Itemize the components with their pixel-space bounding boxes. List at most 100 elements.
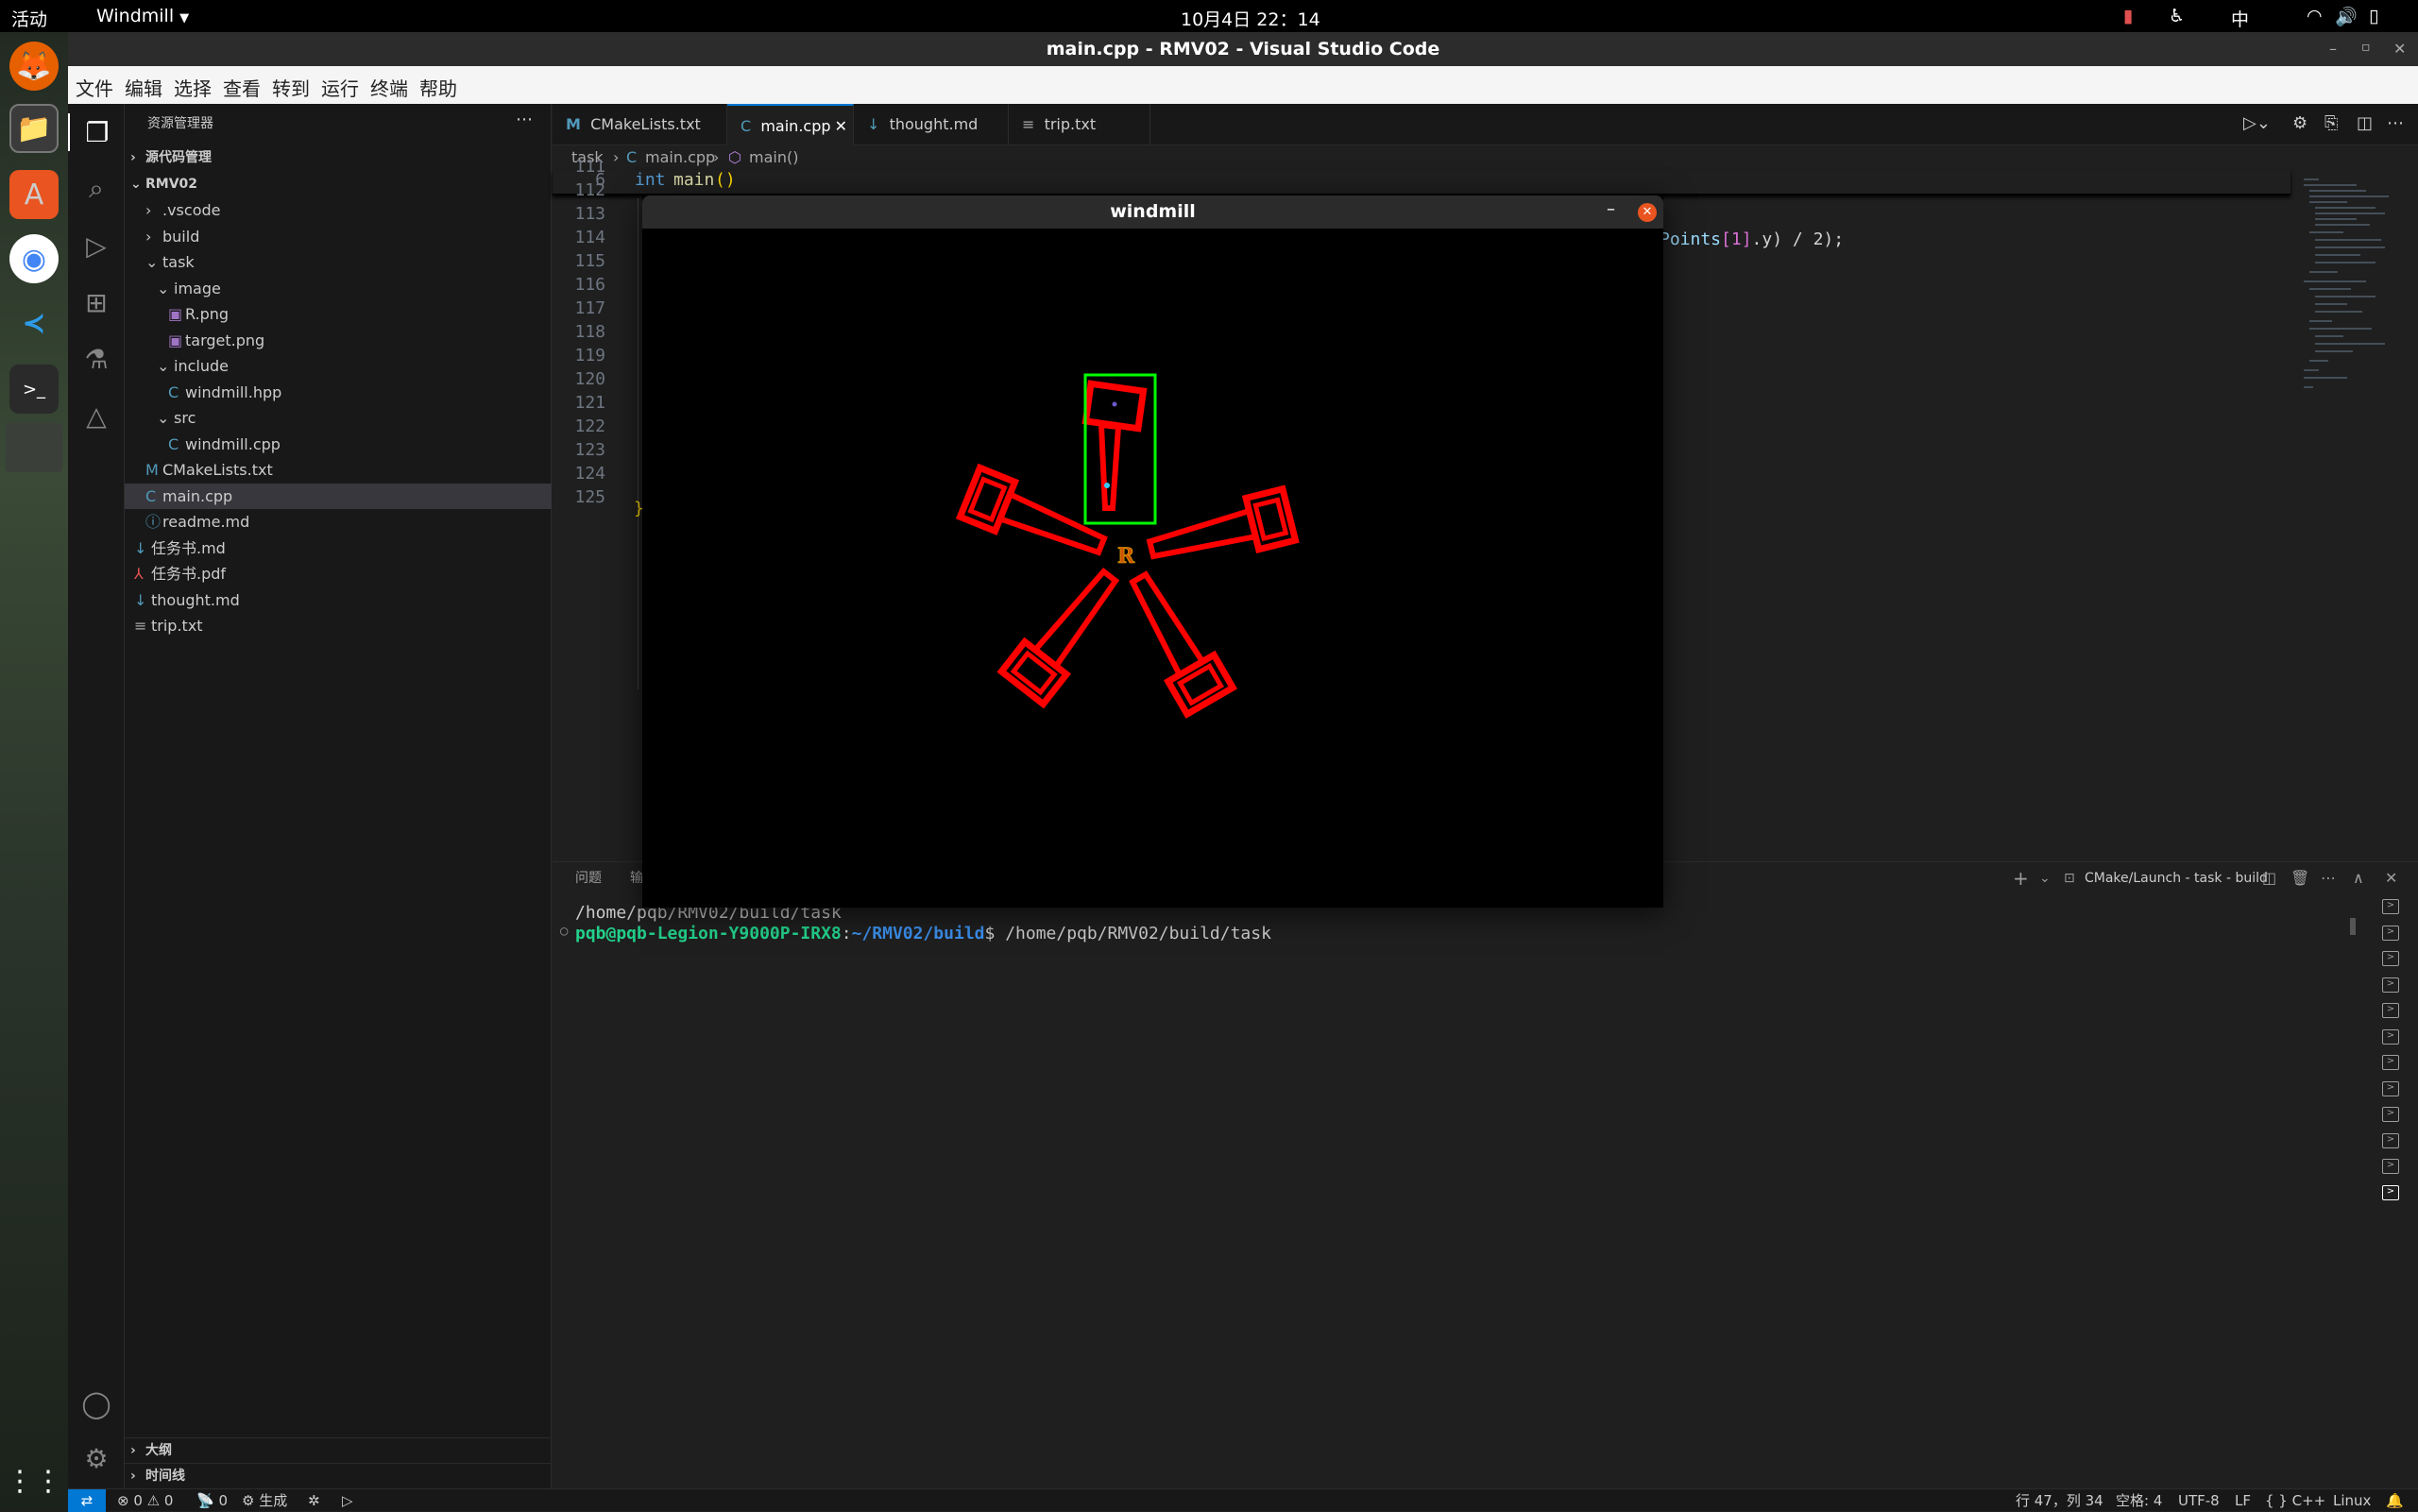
- maximize-panel-icon[interactable]: ∧: [2353, 862, 2364, 894]
- explorer-item[interactable]: Cmain.cpp: [125, 483, 552, 509]
- explorer-item[interactable]: ⓘ readme.md: [125, 509, 552, 535]
- software-center-icon[interactable]: A: [9, 170, 59, 219]
- explorer-item[interactable]: ⌄ src: [125, 405, 552, 431]
- menu-edit[interactable]: 编辑: [125, 74, 162, 101]
- explorer-item[interactable]: ↓ thought.md: [125, 587, 552, 613]
- battery-icon[interactable]: ▯: [2369, 6, 2378, 26]
- remote-indicator-icon[interactable]: ⇄: [68, 1489, 106, 1512]
- problems-status[interactable]: ⊗ 0 ⚠ 0: [117, 1489, 173, 1512]
- timeline-section[interactable]: › 时间线: [125, 1463, 552, 1488]
- menu-view[interactable]: 查看: [223, 74, 261, 101]
- menu-file[interactable]: 文件: [76, 74, 113, 101]
- run-debug-icon[interactable]: ▷: [77, 227, 115, 264]
- terminal-instance-icon[interactable]: >: [2382, 1159, 2399, 1174]
- explorer-icon[interactable]: ❐: [68, 113, 125, 151]
- tab-thought-md[interactable]: ↓ thought.md: [854, 104, 1009, 145]
- extensions-icon[interactable]: ⊞: [77, 283, 115, 321]
- end-of-line[interactable]: LF: [2235, 1489, 2251, 1512]
- terminal-instance-icon[interactable]: >: [2382, 1107, 2399, 1122]
- menu-go[interactable]: 转到: [272, 74, 310, 101]
- tab-problems[interactable]: 问题: [575, 862, 602, 894]
- explorer-item[interactable]: Cwindmill.hpp: [125, 380, 552, 405]
- open-changes-icon[interactable]: ⎘: [2324, 113, 2338, 133]
- menu-run[interactable]: 运行: [321, 74, 359, 101]
- debug-bug-icon[interactable]: ✲: [308, 1489, 320, 1512]
- more-actions-icon[interactable]: ⋯: [516, 110, 533, 129]
- terminal-instance-icon[interactable]: >: [2382, 899, 2399, 914]
- build-status[interactable]: ⚙ 生成: [242, 1489, 287, 1512]
- terminal-instance-icon[interactable]: >: [2382, 1003, 2399, 1018]
- terminal-instance-icon[interactable]: >: [2382, 1184, 2399, 1200]
- window-maximize-button[interactable]: ▫: [2361, 40, 2371, 55]
- explorer-item[interactable]: ≡ trip.txt: [125, 613, 552, 638]
- cmake-settings-icon[interactable]: ⚙: [2292, 113, 2307, 133]
- explorer-item[interactable]: ▣ target.png: [125, 328, 552, 353]
- popup-minimize-button[interactable]: –: [1607, 199, 1615, 219]
- input-method-indicator[interactable]: 中: [2231, 6, 2249, 31]
- cmake-icon[interactable]: △: [77, 397, 115, 434]
- explorer-item[interactable]: › build: [125, 224, 552, 249]
- explorer-item[interactable]: › .vscode: [125, 197, 552, 223]
- accessibility-icon[interactable]: ♿: [2169, 6, 2185, 26]
- sticky-scroll-line[interactable]: 6 int main (): [553, 170, 2290, 195]
- terminal-instance-icon[interactable]: >: [2382, 925, 2399, 941]
- search-icon[interactable]: ⌕: [77, 170, 115, 208]
- chrome-icon[interactable]: ◉: [9, 234, 59, 283]
- testing-icon[interactable]: ⚗: [77, 340, 115, 378]
- command-decoration-icon[interactable]: ○: [560, 924, 568, 939]
- explorer-item[interactable]: M CMakeLists.txt: [125, 457, 552, 483]
- window-close-button[interactable]: ✕: [2393, 40, 2406, 58]
- show-apps-icon[interactable]: ⋮⋮: [6, 1456, 62, 1505]
- settings-gear-icon[interactable]: ⚙: [77, 1439, 115, 1477]
- files-icon[interactable]: 📁: [9, 104, 59, 153]
- notifications-bell-icon[interactable]: 🔔: [2386, 1489, 2404, 1512]
- explorer-item[interactable]: ⅄ 任务书.pdf: [125, 561, 552, 586]
- menu-selection[interactable]: 选择: [174, 74, 212, 101]
- explorer-item[interactable]: ⌄ image: [125, 276, 552, 301]
- popup-close-button[interactable]: ✕: [1638, 203, 1657, 222]
- windmill-window[interactable]: windmill – ✕ R: [642, 195, 1663, 908]
- root-folder[interactable]: ⌄ RMV02: [125, 172, 552, 197]
- encoding[interactable]: UTF-8: [2178, 1489, 2220, 1512]
- scm-section[interactable]: › 源代码管理: [125, 145, 552, 171]
- more-actions-icon[interactable]: ⋯: [2387, 113, 2404, 133]
- app-menu[interactable]: Windmill ▼: [96, 6, 189, 26]
- explorer-item[interactable]: ▣ R.png: [125, 301, 552, 327]
- launch-play-icon[interactable]: ▷: [342, 1489, 353, 1512]
- language-mode[interactable]: { } C++: [2265, 1489, 2325, 1512]
- close-tab-icon[interactable]: ✕: [835, 106, 847, 147]
- wifi-icon[interactable]: ◠: [2307, 6, 2323, 26]
- explorer-item[interactable]: Cwindmill.cpp: [125, 432, 552, 457]
- firefox-icon[interactable]: 🦊: [9, 42, 59, 91]
- tab-cmakelists[interactable]: M CMakeLists.txt: [553, 104, 727, 145]
- vscode-icon[interactable]: ≺: [9, 298, 59, 348]
- split-terminal-icon[interactable]: ◫: [2262, 862, 2276, 894]
- volume-icon[interactable]: 🔊: [2335, 6, 2358, 27]
- os-indicator[interactable]: Linux: [2333, 1489, 2371, 1512]
- tab-output[interactable]: 输: [630, 862, 643, 894]
- terminal-scrollbar[interactable]: [2350, 918, 2356, 935]
- terminal-name[interactable]: CMake/Launch - task - build: [2085, 862, 2268, 894]
- explorer-item[interactable]: ⌄ include: [125, 353, 552, 379]
- tab-main-cpp[interactable]: C main.cpp ✕: [727, 104, 854, 145]
- trash-icon[interactable]: 🗑: [2290, 862, 2309, 894]
- record-indicator-icon[interactable]: ▮: [2123, 6, 2133, 26]
- terminal-icon[interactable]: >_: [9, 365, 59, 414]
- indentation[interactable]: 空格: 4: [2116, 1489, 2162, 1512]
- terminal-instance-icon[interactable]: >: [2382, 951, 2399, 966]
- explorer-item[interactable]: ↓ 任务书.md: [125, 535, 552, 561]
- breadcrumb-file[interactable]: main.cpp: [645, 145, 715, 170]
- terminal[interactable]: /home/pqb/RMV02/build/task ○ pqb@pqb-Leg…: [553, 893, 2361, 1488]
- terminal-instance-icon[interactable]: >: [2382, 1132, 2399, 1148]
- outline-section[interactable]: › 大纲: [125, 1437, 552, 1463]
- activities-button[interactable]: 活动: [11, 6, 47, 31]
- cursor-position[interactable]: 行 47，列 34: [2016, 1489, 2103, 1512]
- menu-terminal[interactable]: 终端: [370, 74, 408, 101]
- terminal-instance-icon[interactable]: >: [2382, 977, 2399, 993]
- breadcrumb-symbol[interactable]: main(): [749, 145, 798, 170]
- clock[interactable]: 10月4日 22：14: [1181, 6, 1320, 31]
- new-terminal-icon[interactable]: +: [2013, 862, 2029, 894]
- menu-help[interactable]: 帮助: [419, 74, 457, 101]
- terminal-instance-icon[interactable]: >: [2382, 1080, 2399, 1096]
- explorer-item[interactable]: ⌄ task: [125, 249, 552, 275]
